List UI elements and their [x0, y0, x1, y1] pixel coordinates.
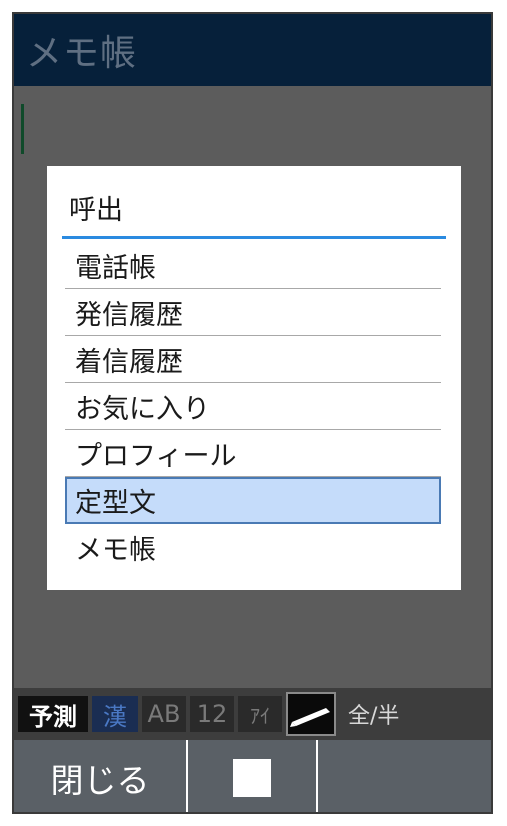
predict-mode-indicator[interactable]: 予測	[18, 696, 88, 732]
kana-mode-indicator[interactable]: ｱｲ	[238, 696, 282, 732]
menu-item-label: 発信履歴	[75, 299, 183, 331]
app-title: メモ帳	[26, 33, 138, 74]
softkey-bar: 閉じる	[14, 740, 491, 812]
close-softkey-label: 閉じる	[50, 761, 150, 800]
menu-item-phonebook[interactable]: 電話帳	[65, 242, 441, 289]
recall-menu: 電話帳 発信履歴 着信履歴 お気に入り プロフィール 定型文 メモ帳	[65, 242, 441, 571]
input-mode-bar: 予測 漢 AB 12 ｱｲ 全/半	[14, 688, 491, 740]
phone-screen: メモ帳 呼出 電話帳 発信履歴 着信履歴 お気に入り プロフィール 定型文 メモ…	[12, 12, 493, 814]
dialog-title-divider	[62, 236, 446, 239]
menu-item-label: お気に入り	[75, 393, 210, 425]
menu-item-incoming-history[interactable]: 着信履歴	[65, 336, 441, 383]
width-toggle[interactable]: 全/半	[344, 696, 403, 732]
pen-icon[interactable]	[286, 692, 336, 736]
menu-item-template-text[interactable]: 定型文	[65, 477, 441, 524]
alpha-mode-indicator[interactable]: AB	[142, 696, 186, 732]
pen-icon-graphic	[290, 708, 330, 727]
menu-item-favorites[interactable]: お気に入り	[65, 383, 441, 430]
menu-item-label: 電話帳	[75, 252, 156, 284]
stop-square-icon	[233, 759, 271, 797]
dialog-title: 呼出	[69, 195, 123, 226]
text-cursor	[21, 104, 24, 154]
close-softkey[interactable]: 閉じる	[14, 740, 188, 812]
menu-item-label: プロフィール	[75, 440, 237, 472]
menu-item-profile[interactable]: プロフィール	[65, 430, 441, 477]
menu-item-outgoing-history[interactable]: 発信履歴	[65, 289, 441, 336]
center-softkey[interactable]	[188, 740, 318, 812]
title-bar: メモ帳	[14, 14, 491, 86]
kanji-mode-indicator[interactable]: 漢	[92, 696, 138, 732]
menu-item-memo[interactable]: メモ帳	[65, 524, 441, 571]
menu-item-label: 着信履歴	[75, 346, 183, 378]
number-mode-indicator[interactable]: 12	[190, 696, 234, 732]
menu-item-label: 定型文	[75, 488, 156, 519]
menu-item-label: メモ帳	[75, 535, 156, 566]
right-softkey[interactable]	[318, 740, 491, 812]
recall-dialog: 呼出 電話帳 発信履歴 着信履歴 お気に入り プロフィール 定型文 メモ帳	[47, 166, 461, 590]
